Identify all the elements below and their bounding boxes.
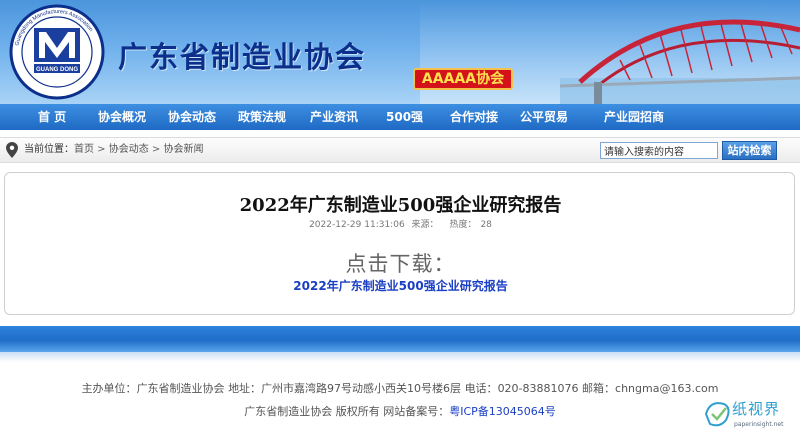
nav-item-fair-trade[interactable]: 公平贸易 xyxy=(520,104,568,130)
site-title[interactable]: 广东省制造业协会 xyxy=(118,34,366,76)
association-logo[interactable]: GUANG DONG Guangdong Manufacturers Assoc… xyxy=(4,2,110,102)
site-search-button[interactable]: 站内检索 xyxy=(722,141,777,160)
download-report-link[interactable]: 2022年广东制造业500强企业研究报告 xyxy=(5,277,796,294)
article-title: 2022年广东制造业500强企业研究报告 xyxy=(239,195,562,216)
article-meta: 2022-12-29 11:31:06 来源： 热度： 28 xyxy=(5,217,796,230)
watermark-url: paperinsight.net xyxy=(734,421,784,428)
aaaaa-badge: AAAAA协会 xyxy=(413,68,513,90)
nav-item-top500[interactable]: 500强 xyxy=(386,104,423,130)
logo-caption: GUANG DONG xyxy=(36,67,78,73)
footer-host: 广东省制造业协会 xyxy=(136,382,225,395)
article-views-label: 热度： xyxy=(449,220,477,230)
article-views: 28 xyxy=(480,220,492,230)
site-search-input[interactable] xyxy=(600,142,718,159)
nav-item-park-investment[interactable]: 产业园招商 xyxy=(604,104,664,130)
footer-phone: 020-83881076 xyxy=(497,382,579,395)
breadcrumb-separator: > xyxy=(148,144,164,155)
breadcrumb-bar: 当前位置：首页 > 协会动态 > 协会新闻 站内检索 xyxy=(0,137,800,163)
nav-item-policy[interactable]: 政策法规 xyxy=(238,104,286,130)
footer-contact: 主办单位：广东省制造业协会 地址：广州市嘉湾路97号动感小西关10号楼6层 电话… xyxy=(0,380,800,396)
footer-host-label: 主办单位： xyxy=(81,382,137,395)
watermark-text: 纸视界 xyxy=(732,400,781,418)
breadcrumb: 当前位置：首页 > 协会动态 > 协会新闻 xyxy=(24,138,204,162)
article-card: 2022年广东制造业500强企业研究报告 2022-12-29 11:31:06… xyxy=(4,172,795,315)
breadcrumb-news[interactable]: 协会新闻 xyxy=(164,144,204,155)
footer-email-label: 邮箱： xyxy=(582,382,616,395)
nav-item-news[interactable]: 协会动态 xyxy=(168,104,216,130)
breadcrumb-association-news[interactable]: 协会动态 xyxy=(109,144,149,155)
footer-address: 广州市嘉湾路97号动感小西关10号楼6层 xyxy=(261,382,462,395)
footer-band-shadow xyxy=(0,352,800,362)
bridge-illustration xyxy=(560,19,800,104)
footer-email[interactable]: chngma@163.com xyxy=(615,382,718,395)
nav-item-home[interactable]: 首 页 xyxy=(38,104,66,130)
footer-address-label: 地址： xyxy=(228,382,262,395)
site-header: GUANG DONG Guangdong Manufacturers Assoc… xyxy=(0,0,800,104)
download-heading: 点击下载： xyxy=(345,252,456,276)
breadcrumb-separator: > xyxy=(94,144,109,155)
breadcrumb-label: 当前位置： xyxy=(24,144,74,155)
nav-item-about[interactable]: 协会概况 xyxy=(98,104,146,130)
main-nav: 首 页 协会概况 协会动态 政策法规 产业资讯 500强 合作对接 公平贸易 产… xyxy=(0,104,800,130)
footer-phone-label: 电话： xyxy=(464,382,498,395)
footer-band xyxy=(0,326,800,352)
footer-copyright-text: 广东省制造业协会 版权所有 网站备案号： xyxy=(244,405,450,418)
nav-item-industry[interactable]: 产业资讯 xyxy=(310,104,358,130)
location-pin-icon xyxy=(6,142,18,158)
article-source-label: 来源： xyxy=(411,220,439,230)
icp-link[interactable]: 粤ICP备13045064号 xyxy=(449,405,556,418)
article-date: 2022-12-29 11:31:06 xyxy=(309,220,405,230)
footer-copyright: 广东省制造业协会 版权所有 网站备案号：粤ICP备13045064号 xyxy=(0,403,800,419)
nav-item-cooperation[interactable]: 合作对接 xyxy=(450,104,498,130)
breadcrumb-home[interactable]: 首页 xyxy=(74,144,94,155)
